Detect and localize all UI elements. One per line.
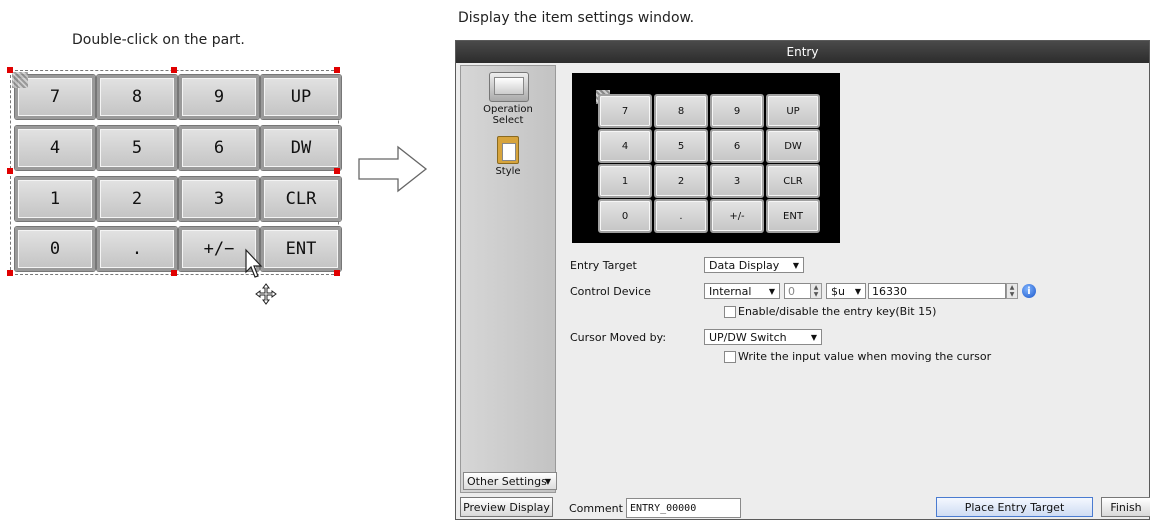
write-input-checkbox[interactable] (724, 351, 736, 363)
preview-key-2: 2 (654, 164, 708, 198)
key-5[interactable]: 5 (97, 126, 177, 170)
key-ent[interactable]: ENT (261, 227, 341, 271)
key-6[interactable]: 6 (179, 126, 259, 170)
control-device-label: Control Device (570, 285, 651, 298)
preview-key-1: 1 (598, 164, 652, 198)
cursor-moved-label: Cursor Moved by: (570, 331, 667, 344)
sidebar-item-operation-select[interactable]: Operation Select (461, 104, 555, 126)
control-device-address-input[interactable]: 16330 (868, 283, 1006, 299)
control-device-register-select[interactable]: $u ▼ (826, 283, 866, 299)
address-spinner[interactable]: ▲ ▼ (1006, 283, 1018, 299)
left-caption: Double-click on the part. (72, 32, 245, 48)
selection-handle[interactable] (334, 270, 340, 276)
preview-key-plusminus: +/- (710, 199, 764, 233)
entry-target-label: Entry Target (570, 259, 637, 272)
key-2[interactable]: 2 (97, 177, 177, 221)
preview-key-dot: . (654, 199, 708, 233)
part-anchor-icon (12, 72, 28, 88)
comment-input[interactable]: ENTRY_00000 (626, 498, 741, 518)
mouse-pointer-icon (245, 248, 263, 278)
style-icon[interactable] (497, 136, 519, 164)
key-4[interactable]: 4 (15, 126, 95, 170)
preview-key-dw: DW (766, 129, 820, 163)
selection-handle[interactable] (334, 67, 340, 73)
arrow-right-icon (358, 145, 428, 193)
key-dot[interactable]: . (97, 227, 177, 271)
preview-key-3: 3 (710, 164, 764, 198)
enable-entry-key-label: Enable/disable the entry key(Bit 15) (738, 305, 937, 318)
comment-label: Comment (569, 502, 623, 515)
selection-handle[interactable] (171, 67, 177, 73)
write-input-label: Write the input value when moving the cu… (738, 350, 992, 363)
selection-handle[interactable] (7, 168, 13, 174)
preview-key-8: 8 (654, 94, 708, 128)
keypad-preview: 7 8 9 UP 4 5 6 DW 1 2 3 CLR 0 . +/- ENT (572, 73, 840, 243)
preview-key-9: 9 (710, 94, 764, 128)
finish-button[interactable]: Finish (1101, 497, 1150, 517)
right-caption: Display the item settings window. (458, 10, 695, 26)
key-3[interactable]: 3 (179, 177, 259, 221)
keypad-part[interactable]: 7 8 9 UP 4 5 6 DW 1 2 3 CLR 0 . +/− ENT (10, 70, 341, 275)
key-up[interactable]: UP (261, 75, 341, 119)
number-spinner[interactable]: ▲ ▼ (810, 283, 822, 299)
preview-key-6: 6 (710, 129, 764, 163)
window-title: Entry (456, 41, 1149, 63)
control-device-type-select[interactable]: Internal ▼ (704, 283, 780, 299)
operation-select-icon[interactable] (489, 72, 529, 102)
other-settings-dropdown[interactable]: Other Settings ▼ (463, 472, 557, 490)
info-icon[interactable]: i (1022, 284, 1036, 298)
preview-key-7: 7 (598, 94, 652, 128)
key-9[interactable]: 9 (179, 75, 259, 119)
selection-handle[interactable] (171, 270, 177, 276)
place-entry-target-button[interactable]: Place Entry Target (936, 497, 1093, 517)
selection-handle[interactable] (7, 67, 13, 73)
preview-key-clr: CLR (766, 164, 820, 198)
preview-key-ent: ENT (766, 199, 820, 233)
selection-handle[interactable] (7, 270, 13, 276)
entry-target-select[interactable]: Data Display ▼ (704, 257, 804, 273)
selection-handle[interactable] (334, 168, 340, 174)
preview-key-0: 0 (598, 199, 652, 233)
enable-entry-key-checkbox[interactable] (724, 306, 736, 318)
preview-key-up: UP (766, 94, 820, 128)
preview-key-5: 5 (654, 129, 708, 163)
key-1[interactable]: 1 (15, 177, 95, 221)
settings-sidebar: Operation Select Style Other Settings ▼ (460, 65, 557, 493)
key-0[interactable]: 0 (15, 227, 95, 271)
preview-display-button[interactable]: Preview Display (460, 497, 553, 517)
preview-key-4: 4 (598, 129, 652, 163)
key-dw[interactable]: DW (261, 126, 341, 170)
key-8[interactable]: 8 (97, 75, 177, 119)
cursor-moved-select[interactable]: UP/DW Switch ▼ (704, 329, 822, 345)
entry-settings-window: Entry Operation Select Style Other Setti… (455, 40, 1150, 520)
move-cursor-icon (255, 283, 277, 305)
key-clr[interactable]: CLR (261, 177, 341, 221)
sidebar-item-style[interactable]: Style (461, 166, 555, 177)
